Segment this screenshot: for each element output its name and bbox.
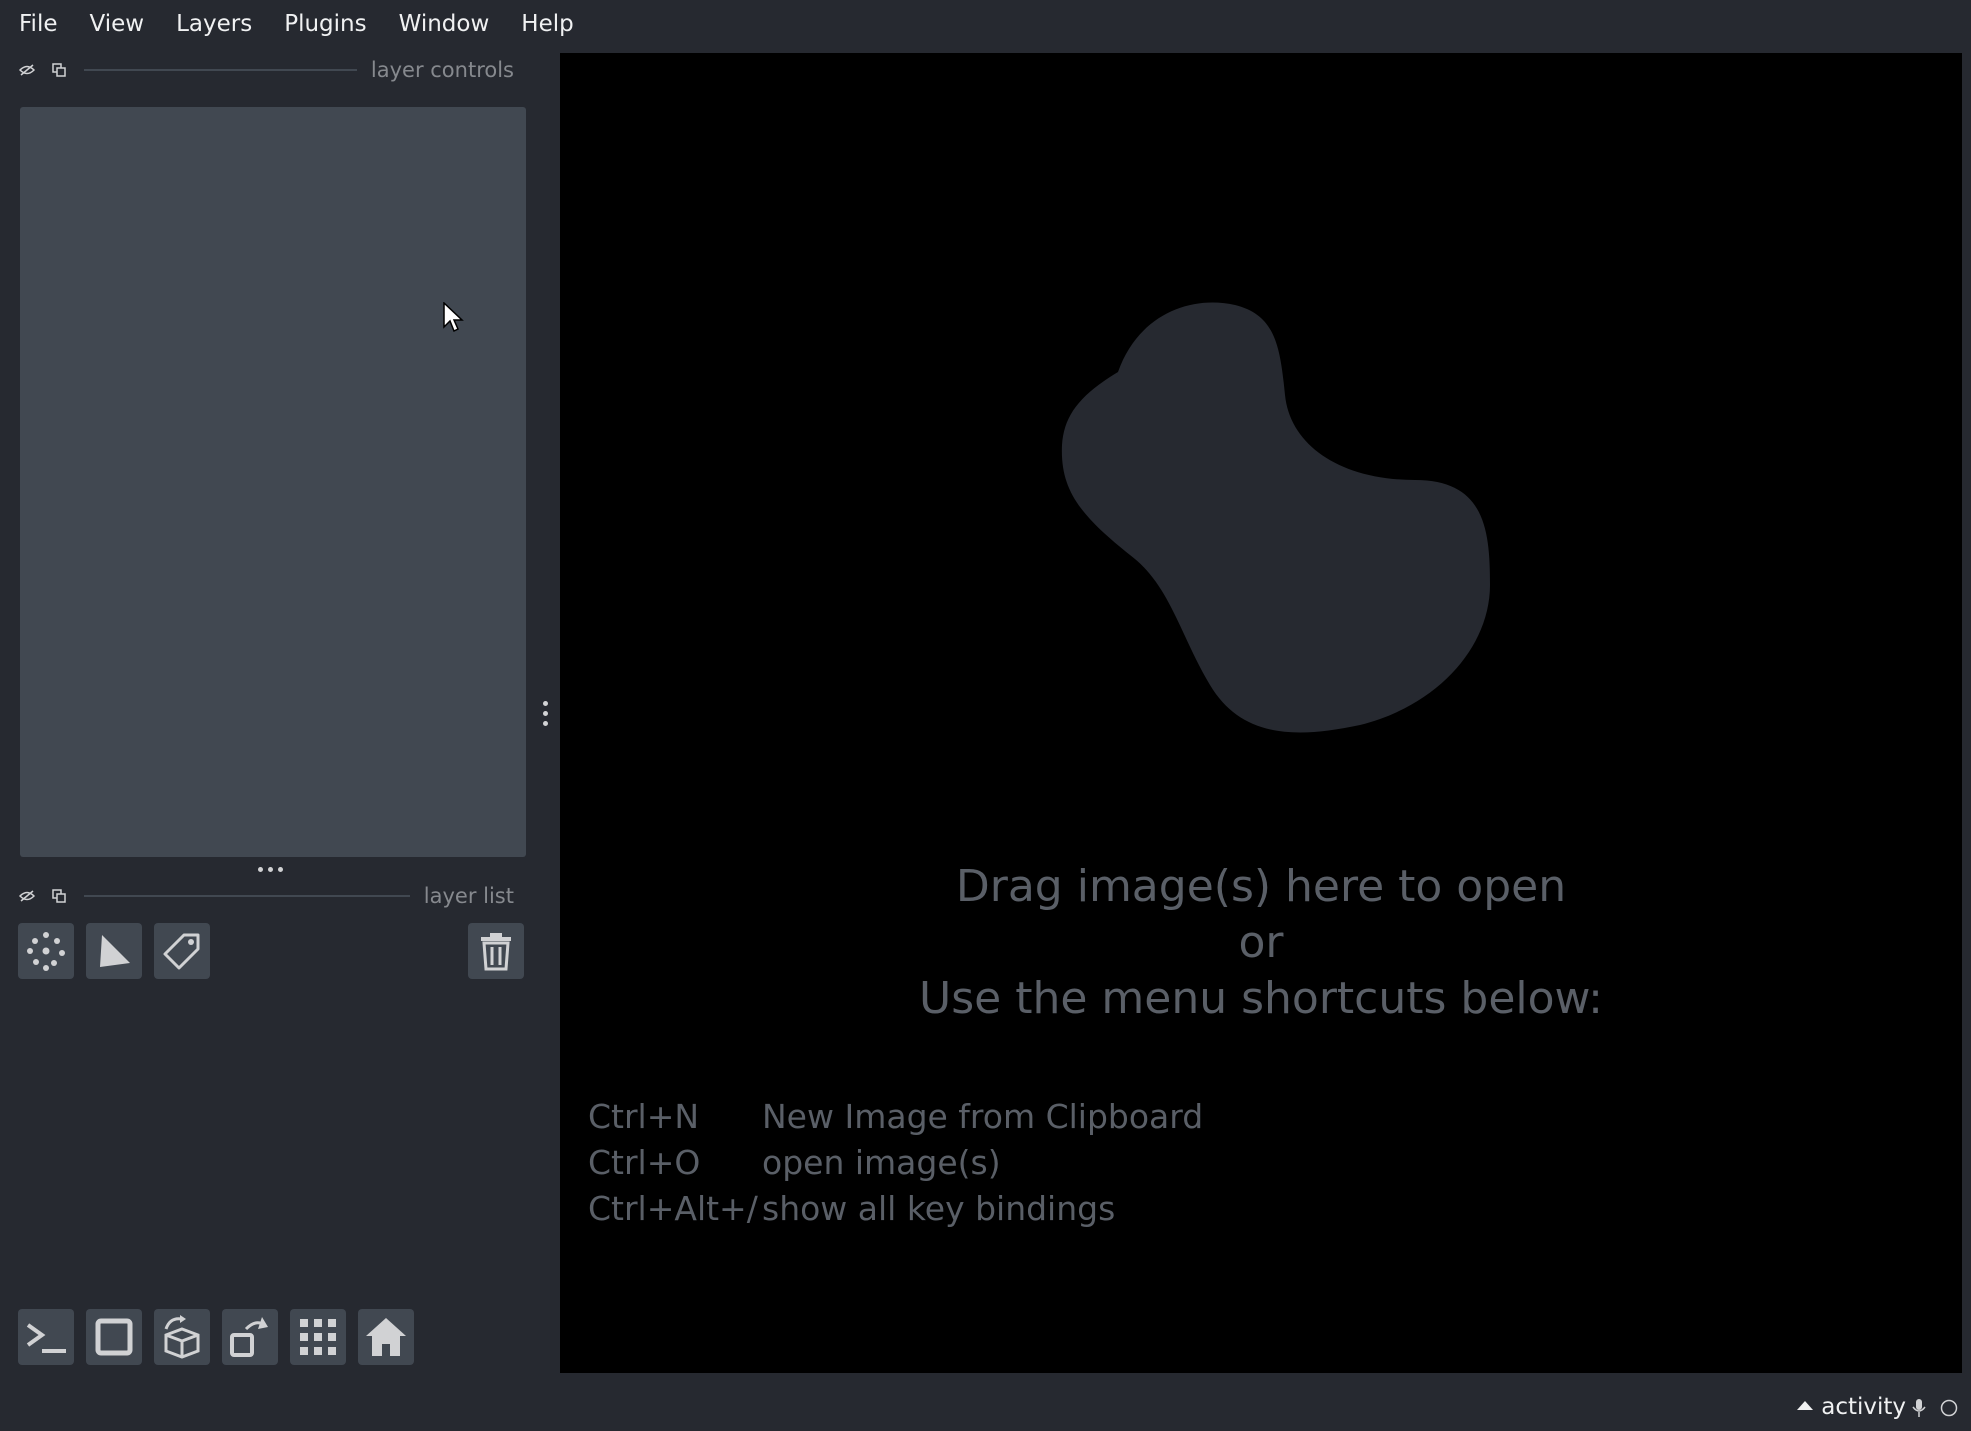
menu-layers[interactable]: Layers [163, 0, 265, 48]
menu-help[interactable]: Help [508, 0, 586, 48]
transpose-dimensions-button[interactable] [222, 1309, 278, 1365]
status-bar: activity [0, 1384, 1971, 1431]
mouse-cursor-icon [443, 302, 464, 333]
main-splitter-handle[interactable] [538, 693, 552, 733]
shortcut-description: New Image from Clipboard [762, 1096, 1204, 1136]
header-divider [84, 895, 410, 897]
header-divider [84, 69, 357, 71]
dock-splitter-handle[interactable] [250, 862, 290, 876]
napari-logo-blob [1061, 302, 1490, 733]
float-dock-icon[interactable] [48, 59, 70, 81]
menu-plugins[interactable]: Plugins [271, 0, 379, 48]
welcome-message: Drag image(s) here to open or Use the me… [560, 859, 1962, 1027]
menu-window[interactable]: Window [386, 0, 503, 48]
menu-view[interactable]: View [77, 0, 158, 48]
viewer-canvas[interactable]: Drag image(s) here to open or Use the me… [560, 53, 1962, 1373]
points-icon [27, 932, 65, 971]
layer-list-header: layer list [16, 882, 514, 910]
menu-file[interactable]: File [6, 0, 71, 48]
hide-dock-icon[interactable] [16, 59, 38, 81]
welcome-line-2: or [1238, 917, 1284, 968]
transpose-icon [230, 1317, 268, 1357]
home-icon [366, 1318, 406, 1356]
float-dock-icon[interactable] [48, 885, 70, 907]
activity-button[interactable]: activity [1797, 1394, 1906, 1420]
activity-label: activity [1821, 1394, 1906, 1420]
square-icon [95, 1318, 133, 1356]
microphone-icon[interactable] [1907, 1396, 1931, 1420]
shortcut-key: Ctrl+N [588, 1096, 700, 1136]
caret-up-icon [1797, 1400, 1814, 1410]
shortcut-row: Ctrl+N New Image from Clipboard [588, 1093, 1203, 1139]
shortcut-description: show all key bindings [762, 1188, 1116, 1228]
shapes-icon [100, 935, 130, 967]
layer-controls-panel [20, 107, 526, 857]
grid-icon [300, 1319, 336, 1355]
shortcut-description: open image(s) [762, 1142, 1001, 1182]
hide-dock-icon[interactable] [16, 885, 38, 907]
reset-view-button[interactable] [358, 1309, 414, 1365]
layer-controls-title: layer controls [370, 58, 514, 82]
layer-controls-header: layer controls [16, 56, 514, 84]
roll-dimensions-button[interactable] [154, 1309, 210, 1365]
shortcut-list: Ctrl+N New Image from Clipboard Ctrl+O o… [588, 1093, 1203, 1231]
shortcut-key: Ctrl+O [588, 1142, 701, 1182]
welcome-line-3: Use the menu shortcuts below: [919, 973, 1603, 1024]
label-tag-icon [163, 933, 200, 970]
shortcut-row: Ctrl+Alt+/ show all key bindings [588, 1185, 1203, 1231]
welcome-line-1: Drag image(s) here to open [955, 861, 1567, 912]
shortcut-key: Ctrl+Alt+/ [588, 1188, 758, 1228]
shortcut-row: Ctrl+O open image(s) [588, 1139, 1203, 1185]
terminal-icon [26, 1323, 66, 1353]
grid-view-button[interactable] [290, 1309, 346, 1365]
delete-layer-button[interactable] [468, 923, 524, 979]
console-button[interactable] [18, 1309, 74, 1365]
trash-icon [481, 933, 511, 971]
layer-list-title: layer list [423, 884, 514, 908]
toggle-ndisplay-button[interactable] [86, 1309, 142, 1365]
status-icons [1907, 1396, 1961, 1420]
menu-bar: File View Layers Plugins Window Help [0, 0, 1971, 48]
notification-circle-icon[interactable] [1937, 1396, 1961, 1420]
new-labels-layer-button[interactable] [154, 923, 210, 979]
cube-rotate-icon [164, 1315, 200, 1359]
new-points-layer-button[interactable] [18, 923, 74, 979]
new-shapes-layer-button[interactable] [86, 923, 142, 979]
